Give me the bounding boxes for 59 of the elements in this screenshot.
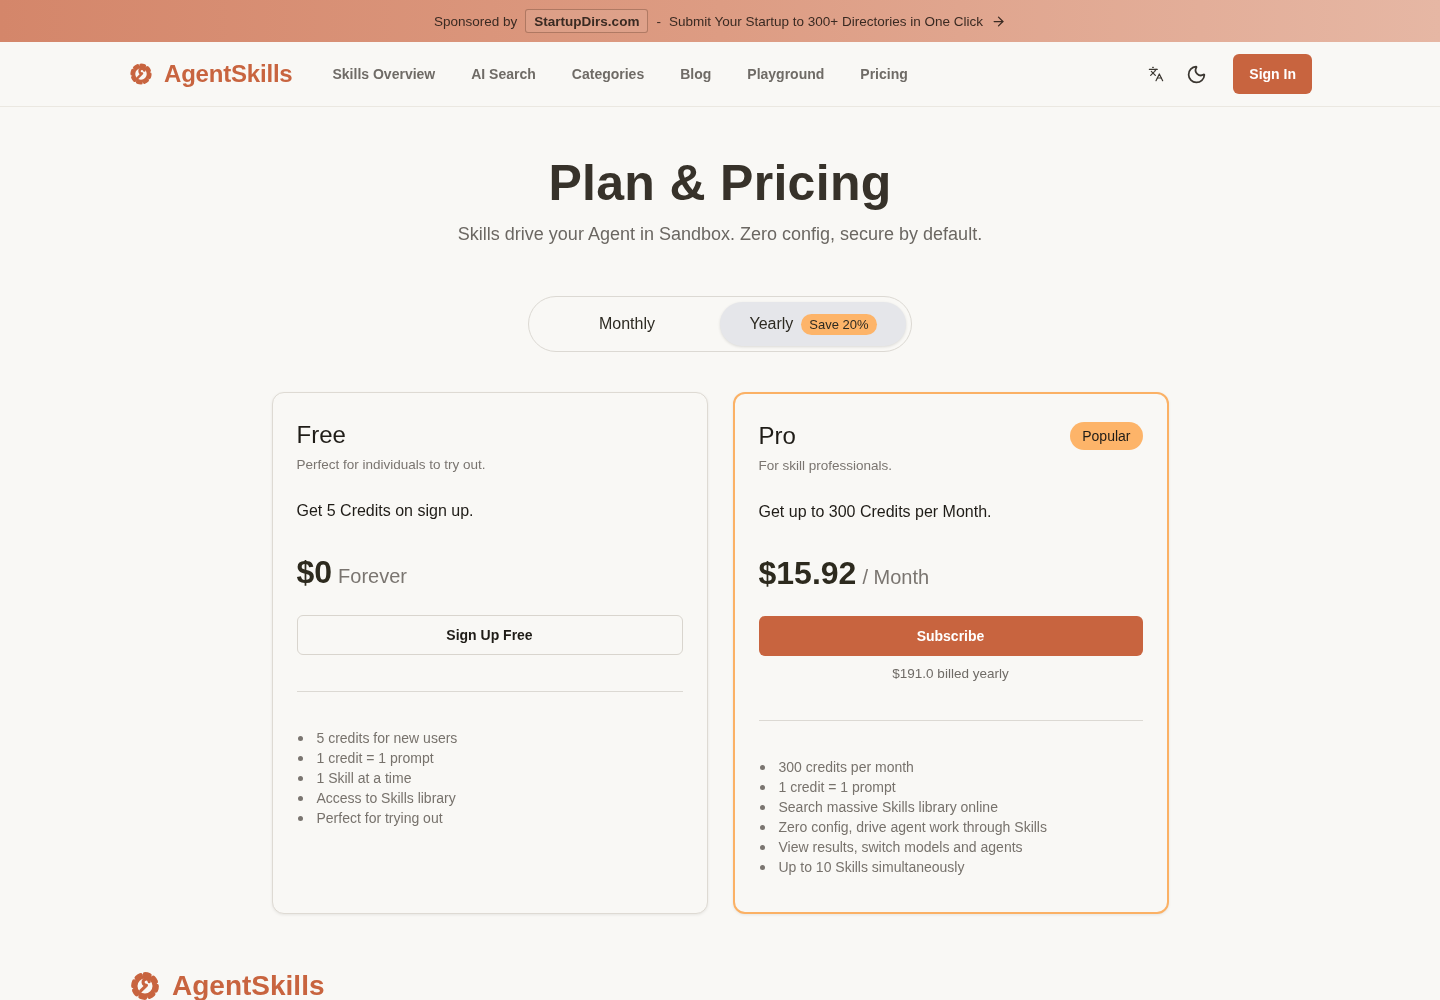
- plan-description: For skill professionals.: [758, 457, 894, 475]
- subscribe-button[interactable]: Subscribe: [758, 616, 1143, 656]
- sponsored-label: Sponsored by: [434, 13, 518, 29]
- bullet-icon: [297, 735, 303, 741]
- plan-credits: Get up to 300 Credits per Month.: [758, 502, 993, 522]
- plan-price: $15.92: [758, 555, 857, 592]
- gear-wrench-logo-icon: [128, 969, 162, 1000]
- nav-link[interactable]: Blog: [680, 66, 712, 82]
- sponsor-link[interactable]: StartupDirs.com: [525, 9, 649, 33]
- arrow-right-icon: [990, 13, 1006, 29]
- bullet-icon: [759, 844, 765, 850]
- nav-link[interactable]: Pricing: [860, 66, 908, 82]
- bullet-icon: [297, 755, 303, 761]
- separator-text: -: [656, 13, 661, 29]
- popular-badge: Popular: [1070, 422, 1143, 450]
- bullet-icon: [759, 764, 765, 770]
- billing-option[interactable]: Monthly: [534, 302, 720, 346]
- bullet-icon: [759, 824, 765, 830]
- feature-text: View results, switch models and agents: [778, 839, 1023, 855]
- brand-name[interactable]: AgentSkills: [164, 60, 293, 88]
- nav-link[interactable]: Playground: [747, 66, 825, 82]
- billing-option-label: Yearly: [749, 315, 794, 333]
- bullet-icon: [759, 864, 765, 870]
- banner-link[interactable]: Submit Your Startup to 300+ Directories in One Click: [668, 13, 1006, 29]
- feature-text: Search massive Skills library online: [778, 799, 998, 815]
- page-title: Plan & Pricing: [548, 154, 892, 213]
- feature-text: 300 credits per month: [778, 759, 914, 775]
- feature-text: Zero config, drive agent work through Skills: [778, 819, 1047, 835]
- plan-description: Perfect for individuals to try out.: [296, 456, 487, 474]
- bullet-icon: [759, 804, 765, 810]
- gear-wrench-logo-icon: [128, 61, 154, 87]
- plan-credits: Get 5 Credits on sign up.: [296, 501, 475, 521]
- sign-in-button[interactable]: Sign In: [1233, 54, 1312, 94]
- bullet-icon: [297, 775, 303, 781]
- plan-period: Forever: [338, 565, 407, 588]
- nav-link[interactable]: Categories: [571, 66, 645, 82]
- billing-note: $191.0 billed yearly: [891, 665, 1010, 683]
- discount-badge: Save 20%: [801, 313, 877, 335]
- nav-link[interactable]: AI Search: [471, 66, 536, 82]
- bullet-icon: [759, 784, 765, 790]
- bullet-icon: [297, 815, 303, 821]
- feature-text: 1 credit = 1 prompt: [778, 779, 896, 795]
- feature-text: 5 credits for new users: [316, 730, 458, 746]
- feature-text: 1 Skill at a time: [316, 770, 412, 786]
- feature-text: Perfect for trying out: [316, 810, 443, 826]
- plan-name: Free: [296, 420, 346, 450]
- billing-option[interactable]: Yearly Save 20%: [720, 302, 906, 346]
- page-subtitle: Skills drive your Agent in Sandbox. Zero config, secure by default.: [457, 223, 983, 246]
- bullet-icon: [297, 795, 303, 801]
- sign-up-button[interactable]: Sign Up Free: [296, 615, 683, 655]
- plan-price: $0: [296, 554, 333, 591]
- feature-text: 1 credit = 1 prompt: [316, 750, 434, 766]
- feature-text: Up to 10 Skills simultaneously: [778, 859, 965, 875]
- feature-text: Access to Skills library: [316, 790, 456, 806]
- translate-icon[interactable]: [1148, 66, 1165, 82]
- nav-link[interactable]: Skills Overview: [332, 66, 436, 82]
- plan-period: / Month: [862, 566, 930, 589]
- plan-name: Pro: [758, 421, 796, 451]
- moon-icon[interactable]: [1186, 63, 1208, 85]
